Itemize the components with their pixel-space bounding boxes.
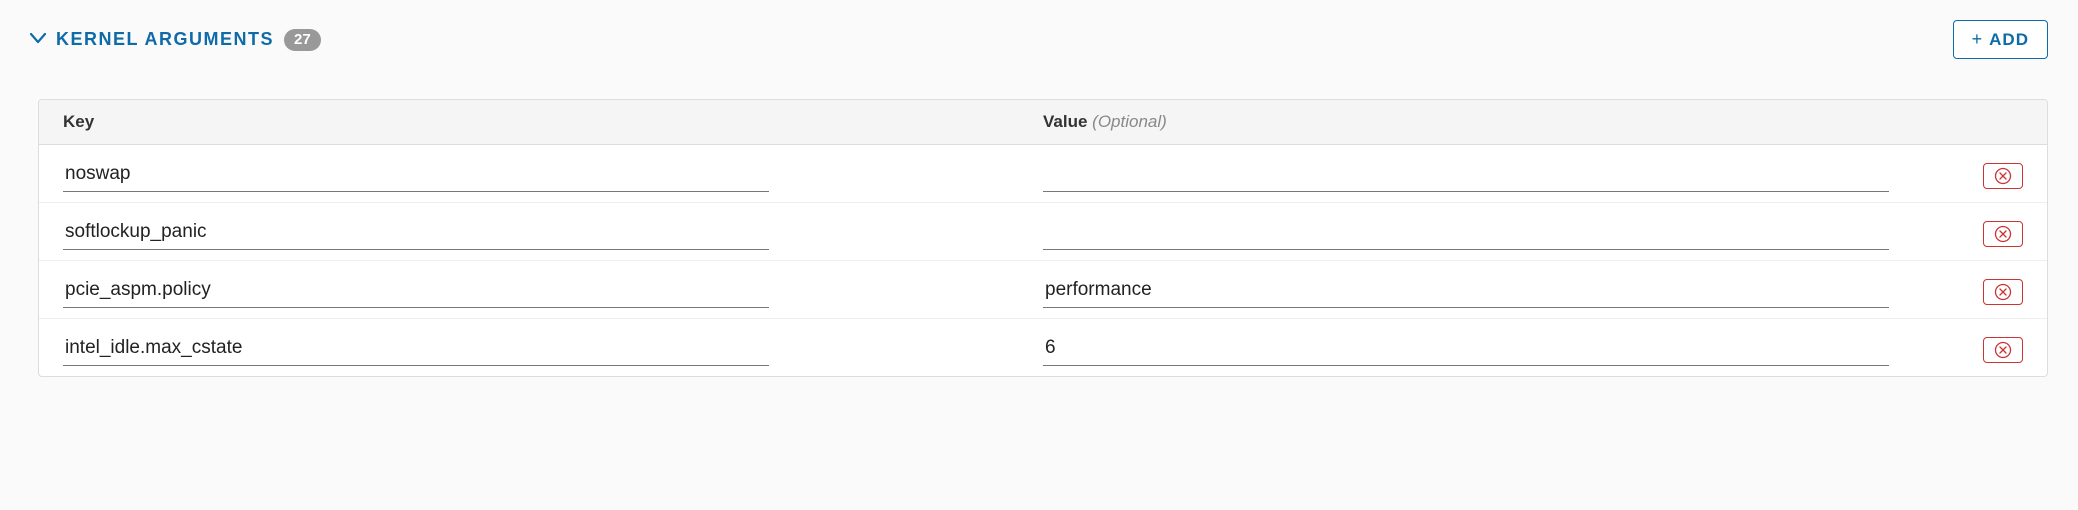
add-button[interactable]: + ADD xyxy=(1953,20,2048,59)
section-title: KERNEL ARGUMENTS xyxy=(56,29,274,50)
key-input[interactable] xyxy=(63,275,769,308)
chevron-down-icon xyxy=(30,31,46,49)
section-toggle[interactable]: KERNEL ARGUMENTS 27 xyxy=(30,29,321,51)
add-button-label: ADD xyxy=(1989,30,2029,50)
value-input[interactable] xyxy=(1043,275,1889,308)
section-header: KERNEL ARGUMENTS 27 + ADD xyxy=(30,20,2048,59)
header-value: Value (Optional) xyxy=(1043,112,1943,132)
table-row xyxy=(39,145,2047,203)
key-input[interactable] xyxy=(63,333,769,366)
table-row xyxy=(39,261,2047,319)
key-input[interactable] xyxy=(63,159,769,192)
kernel-arguments-table: Key Value (Optional) xyxy=(38,99,2048,377)
close-circle-icon xyxy=(1994,167,2012,185)
header-value-text: Value xyxy=(1043,112,1087,131)
plus-icon: + xyxy=(1972,29,1984,50)
key-input[interactable] xyxy=(63,217,769,250)
value-input[interactable] xyxy=(1043,217,1889,250)
delete-button[interactable] xyxy=(1983,279,2023,305)
delete-button[interactable] xyxy=(1983,337,2023,363)
value-input[interactable] xyxy=(1043,159,1889,192)
table-row xyxy=(39,319,2047,376)
count-badge: 27 xyxy=(284,29,321,51)
delete-button[interactable] xyxy=(1983,221,2023,247)
value-input[interactable] xyxy=(1043,333,1889,366)
header-key: Key xyxy=(63,112,1043,132)
header-value-optional: (Optional) xyxy=(1092,112,1167,131)
close-circle-icon xyxy=(1994,225,2012,243)
table-header: Key Value (Optional) xyxy=(39,100,2047,145)
close-circle-icon xyxy=(1994,283,2012,301)
close-circle-icon xyxy=(1994,341,2012,359)
table-row xyxy=(39,203,2047,261)
delete-button[interactable] xyxy=(1983,163,2023,189)
